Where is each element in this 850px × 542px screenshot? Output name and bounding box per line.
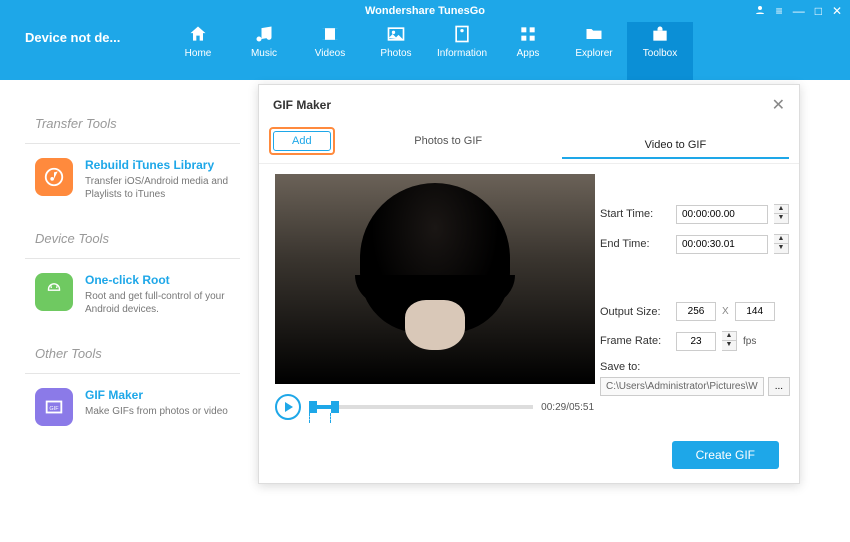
dialog-title: GIF Maker	[273, 98, 331, 112]
start-time-spinner[interactable]: ▲▼	[774, 204, 789, 224]
create-gif-button[interactable]: Create GIF	[672, 441, 779, 469]
tool-title: Rebuild iTunes Library	[85, 158, 260, 172]
nav-photos[interactable]: Photos	[363, 14, 429, 80]
gif-maker-dialog: GIF Maker ✕ Add Photos to GIF Video to G…	[258, 84, 800, 484]
add-button-highlight: Add	[269, 127, 335, 155]
frame-rate-label: Frame Rate:	[600, 335, 670, 347]
menu-icon[interactable]: ≡	[776, 4, 783, 19]
fps-label: fps	[743, 336, 756, 347]
app-title: Wondershare TunesGo	[365, 5, 485, 17]
save-path-display: C:\Users\Administrator\Pictures\W	[600, 377, 764, 396]
nav-apps[interactable]: Apps	[495, 14, 561, 80]
nav-music[interactable]: Music	[231, 14, 297, 80]
x-separator: X	[722, 306, 729, 317]
nav-videos[interactable]: Videos	[297, 14, 363, 80]
timeline-slider[interactable]	[309, 405, 533, 409]
tool-desc: Root and get full-control of your Androi…	[85, 290, 260, 316]
section-transfer: Transfer Tools	[35, 116, 260, 131]
tab-video-to-gif[interactable]: Video to GIF	[562, 133, 789, 159]
close-icon[interactable]: ✕	[772, 95, 785, 115]
tool-gif-maker[interactable]: GIF GIF Maker Make GIFs from photos or v…	[35, 374, 260, 440]
svg-text:GIF: GIF	[49, 406, 59, 412]
nav-home[interactable]: Home	[165, 14, 231, 80]
frame-rate-spinner[interactable]: ▲▼	[722, 331, 737, 351]
start-time-label: Start Time:	[600, 208, 670, 220]
section-device: Device Tools	[35, 231, 260, 246]
nav-explorer[interactable]: Explorer	[561, 14, 627, 80]
start-time-input[interactable]	[676, 205, 768, 224]
maximize-icon[interactable]: □	[815, 4, 822, 19]
android-icon	[35, 273, 73, 311]
section-other: Other Tools	[35, 346, 260, 361]
tool-rebuild-itunes[interactable]: Rebuild iTunes Library Transfer iOS/Andr…	[35, 144, 260, 215]
browse-button[interactable]: ...	[768, 377, 790, 396]
play-button[interactable]	[275, 394, 301, 420]
minimize-icon[interactable]: —	[793, 4, 805, 19]
sidebar: Transfer Tools Rebuild iTunes Library Tr…	[0, 80, 260, 440]
close-window-icon[interactable]: ✕	[832, 4, 842, 19]
output-height-input[interactable]	[735, 302, 775, 321]
user-icon[interactable]	[754, 4, 766, 19]
nav-information[interactable]: Information	[429, 14, 495, 80]
tool-desc: Transfer iOS/Android media and Playlists…	[85, 175, 260, 201]
trim-start-handle[interactable]	[309, 401, 317, 413]
nav-toolbox[interactable]: Toolbox	[627, 14, 693, 80]
gif-icon: GIF	[35, 388, 73, 426]
end-time-label: End Time:	[600, 238, 670, 250]
tool-title: GIF Maker	[85, 388, 228, 402]
playback-time: 00:29/05:51	[541, 402, 594, 413]
output-size-label: Output Size:	[600, 306, 670, 318]
tab-photos-to-gif[interactable]: Photos to GIF	[335, 129, 562, 153]
trim-end-handle[interactable]	[331, 401, 339, 413]
frame-rate-input[interactable]	[676, 332, 716, 351]
add-button[interactable]: Add	[273, 131, 331, 151]
end-time-spinner[interactable]: ▲▼	[774, 234, 789, 254]
tool-one-click-root[interactable]: One-click Root Root and get full-control…	[35, 259, 260, 330]
tool-title: One-click Root	[85, 273, 260, 287]
end-time-input[interactable]	[676, 235, 768, 254]
save-to-label: Save to:	[600, 361, 790, 373]
itunes-icon	[35, 158, 73, 196]
play-icon	[285, 402, 293, 412]
video-preview[interactable]	[275, 174, 595, 384]
output-width-input[interactable]	[676, 302, 716, 321]
tool-desc: Make GIFs from photos or video	[85, 405, 228, 418]
